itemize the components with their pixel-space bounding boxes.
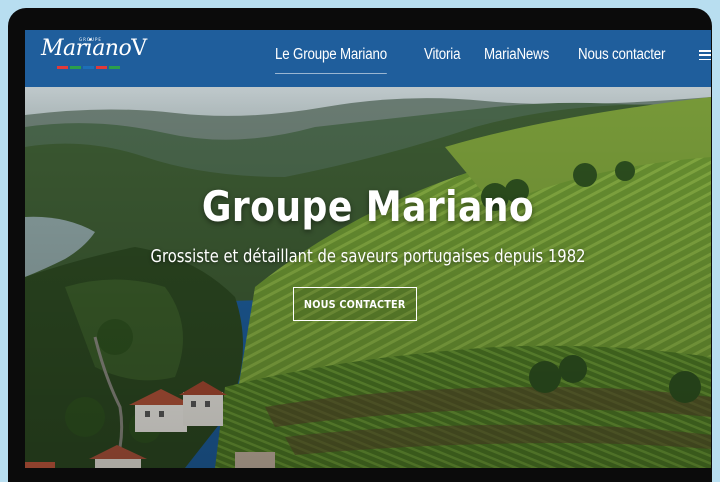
browser-viewport: GROUPE MarianoV Le Groupe Mariano Vitori… [25,30,711,468]
logo-name: Mariano [41,36,132,61]
hamburger-icon[interactable] [699,50,711,60]
logo-bar [109,66,120,69]
site-logo[interactable]: GROUPE MarianoV [41,34,147,80]
hero-landscape-image [25,87,711,468]
logo-bar [70,66,81,69]
logo-wordmark: MarianoV [41,36,147,61]
hamburger-line [699,54,711,56]
main-navigation: Le Groupe Mariano Vitoria MariaNews Nous… [275,46,679,74]
hero-section: Groupe Mariano Grossiste et détaillant d… [25,87,711,468]
contact-cta-button[interactable]: NOUS CONTACTER [293,287,417,321]
logo-bar [96,66,107,69]
hamburger-line [699,58,711,60]
nav-item-marianews[interactable]: MariaNews [484,46,549,64]
site-header: GROUPE MarianoV Le Groupe Mariano Vitori… [25,30,711,87]
hamburger-line [699,50,711,52]
logo-initial: V [131,36,147,61]
logo-bar [83,66,94,69]
tablet-frame: GROUPE MarianoV Le Groupe Mariano Vitori… [8,8,712,482]
nav-item-vitoria[interactable]: Vitoria [424,46,461,64]
logo-bar [57,66,68,69]
nav-item-nous-contacter[interactable]: Nous contacter [578,46,665,64]
nav-item-le-groupe-mariano[interactable]: Le Groupe Mariano [275,46,388,74]
logo-color-bars [57,66,120,69]
hero-subtitle: Grossiste et détaillant de saveurs portu… [150,246,586,267]
hero-title: Groupe Mariano [201,182,535,231]
contact-cta-label: NOUS CONTACTER [304,297,406,311]
